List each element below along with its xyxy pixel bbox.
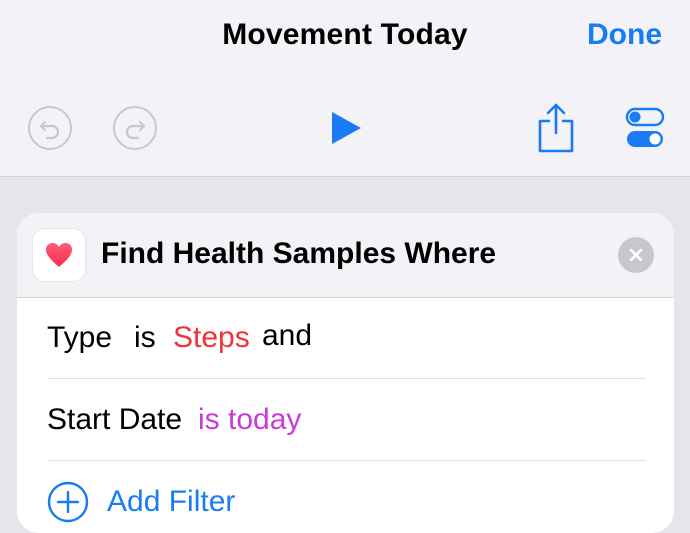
done-button[interactable]: Done bbox=[587, 18, 662, 52]
filter-row-type[interactable]: Type is Steps and bbox=[47, 297, 646, 379]
play-icon[interactable] bbox=[326, 108, 366, 148]
filter-row-start-date[interactable]: Start Date is today bbox=[47, 379, 646, 461]
filter-field[interactable]: Type bbox=[47, 321, 112, 355]
share-icon[interactable] bbox=[535, 100, 577, 154]
remove-action-icon[interactable] bbox=[618, 237, 654, 273]
filter-value[interactable]: Steps bbox=[173, 321, 250, 355]
workflow-editor: Find Health Samples Where Type is Steps … bbox=[0, 177, 690, 533]
navigation-bar: Movement Today Done bbox=[0, 0, 690, 177]
action-title: Find Health Samples Where bbox=[101, 237, 497, 270]
filter-conjunction[interactable]: and bbox=[262, 319, 312, 353]
heart-icon bbox=[33, 229, 85, 281]
action-card-header: Find Health Samples Where bbox=[17, 213, 674, 298]
add-filter-button[interactable]: Add Filter bbox=[47, 461, 646, 533]
filter-value[interactable]: is today bbox=[198, 403, 301, 437]
redo-icon[interactable] bbox=[113, 106, 157, 150]
add-circle-icon bbox=[47, 481, 89, 531]
filter-operator[interactable]: is bbox=[134, 321, 156, 355]
action-card[interactable]: Find Health Samples Where Type is Steps … bbox=[17, 213, 674, 533]
filter-field[interactable]: Start Date bbox=[47, 403, 182, 437]
add-filter-label[interactable]: Add Filter bbox=[107, 485, 235, 519]
toggles-icon[interactable] bbox=[624, 106, 666, 150]
undo-icon[interactable] bbox=[28, 106, 72, 150]
